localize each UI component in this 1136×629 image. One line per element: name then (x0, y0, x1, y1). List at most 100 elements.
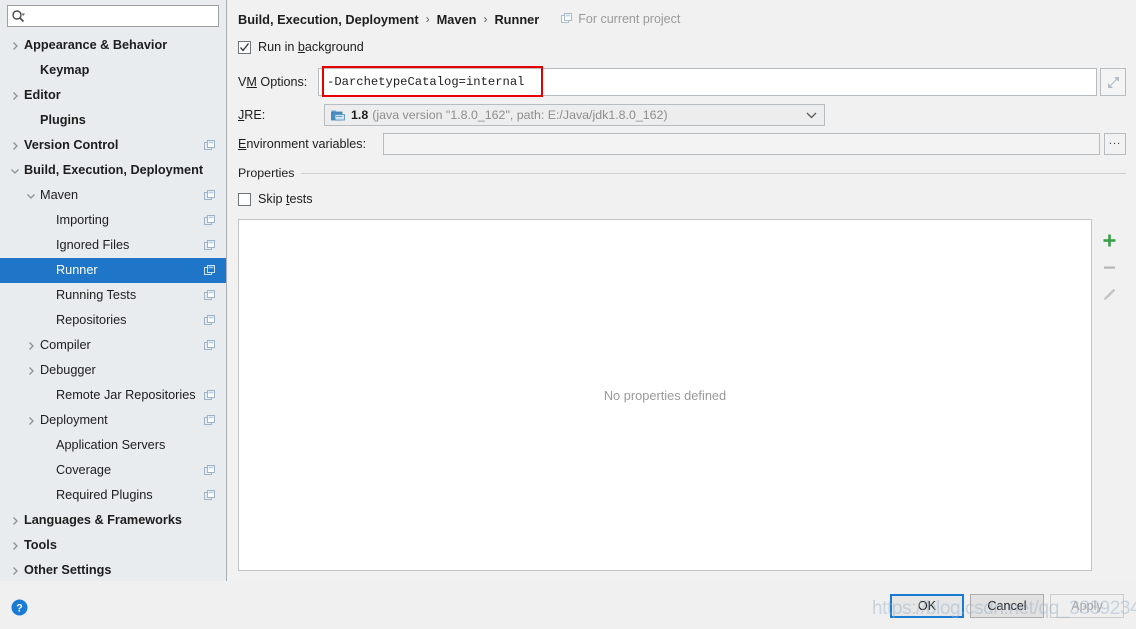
sidebar-item-other-settings[interactable]: Other Settings (0, 558, 226, 581)
run-in-background-label: Run in background (258, 40, 364, 54)
group-divider (301, 172, 1126, 174)
dialog-footer: ? OK Cancel Apply (0, 581, 1136, 629)
plus-icon (1103, 234, 1115, 246)
project-scope-icon (204, 214, 216, 227)
sidebar-item-maven[interactable]: Maven (0, 183, 226, 208)
skip-tests-label: Skip tests (258, 192, 313, 206)
sidebar-item-label: Debugger (40, 363, 96, 378)
breadcrumb-item-2[interactable]: Runner (494, 12, 539, 27)
sidebar-item-tools[interactable]: Tools (0, 533, 226, 558)
properties-empty-message: No properties defined (603, 387, 727, 403)
sidebar-item-deployment[interactable]: Deployment (0, 408, 226, 433)
settings-tree: Appearance & Behavior Keymap Editor Plugins… (0, 31, 226, 581)
breadcrumb-item-0[interactable]: Build, Execution, Deployment (238, 12, 419, 27)
sidebar-item-repositories[interactable]: Repositories (0, 308, 226, 333)
project-scope-icon (204, 339, 216, 352)
search-icon (8, 6, 28, 26)
properties-group-title: Properties (238, 166, 295, 180)
sidebar-item-remote-jar-repositories[interactable]: Remote Jar Repositories (0, 383, 226, 408)
chevron-right-icon[interactable] (22, 412, 40, 430)
project-scope-icon (204, 389, 216, 402)
sidebar-item-runner[interactable]: Runner (0, 258, 226, 283)
sidebar-item-label: Compiler (40, 338, 91, 353)
breadcrumb: Build, Execution, Deployment › Maven › R… (238, 9, 1126, 29)
sidebar-item-keymap[interactable]: Keymap (0, 58, 226, 83)
chevron-right-icon[interactable] (6, 512, 24, 530)
sidebar-item-languages-frameworks[interactable]: Languages & Frameworks (0, 508, 226, 533)
environment-variables-label: Environment variables: (238, 137, 367, 151)
environment-variables-input[interactable] (383, 133, 1100, 155)
vm-options-expand-button[interactable] (1100, 68, 1126, 96)
expand-icon (1107, 76, 1119, 88)
cancel-button[interactable]: Cancel (970, 594, 1044, 618)
apply-button[interactable]: Apply (1050, 594, 1124, 618)
project-scope-icon (204, 414, 216, 427)
chevron-right-icon[interactable] (22, 337, 40, 355)
dialog-buttons: OK Cancel Apply (884, 594, 1124, 618)
sidebar-item-coverage[interactable]: Coverage (0, 458, 226, 483)
checkmark-icon (240, 42, 250, 52)
chevron-down-icon[interactable] (6, 162, 24, 180)
sidebar-item-plugins[interactable]: Plugins (0, 108, 226, 133)
chevron-right-icon[interactable] (6, 137, 24, 155)
sidebar-item-label: Keymap (40, 63, 90, 78)
sidebar-item-ignored-files[interactable]: Ignored Files (0, 233, 226, 258)
sidebar-item-label: Maven (40, 188, 79, 203)
project-scope-icon (204, 289, 216, 302)
skip-tests-row[interactable]: Skip tests (238, 189, 1126, 209)
vm-options-input[interactable]: -DarchetypeCatalog=internal (318, 68, 1097, 96)
project-scope-icon (204, 239, 216, 252)
jre-detail: (java version "1.8.0_162", path: E:/Java… (372, 108, 668, 122)
sidebar-item-label: Application Servers (56, 438, 166, 453)
sidebar-item-running-tests[interactable]: Running Tests (0, 283, 226, 308)
sidebar-item-version-control[interactable]: Version Control (0, 133, 226, 158)
run-in-background-row[interactable]: Run in background (238, 37, 1126, 57)
sidebar-item-editor[interactable]: Editor (0, 83, 226, 108)
settings-dialog: Appearance & Behavior Keymap Editor Plugins… (0, 0, 1136, 629)
chevron-right-icon[interactable] (6, 562, 24, 580)
jre-dropdown[interactable]: 1.8 (java version "1.8.0_162", path: E:/… (324, 104, 825, 126)
sidebar-item-required-plugins[interactable]: Required Plugins (0, 483, 226, 508)
sidebar-item-label: Ignored Files (56, 238, 130, 253)
project-scope-label: For current project (578, 12, 681, 26)
search-box[interactable] (7, 5, 219, 27)
sidebar-item-debugger[interactable]: Debugger (0, 358, 226, 383)
vm-options-label: VM Options: (238, 75, 308, 89)
environment-variables-browse-button[interactable]: ... (1104, 133, 1126, 155)
properties-table[interactable]: No properties defined (238, 219, 1092, 571)
search-input[interactable] (28, 7, 218, 25)
breadcrumb-item-1[interactable]: Maven (437, 12, 477, 27)
chevron-down-icon[interactable] (22, 187, 40, 205)
chevron-right-icon[interactable] (6, 87, 24, 105)
edit-property-button[interactable] (1096, 281, 1122, 307)
help-icon[interactable]: ? (11, 599, 28, 616)
minus-icon (1103, 266, 1115, 269)
add-property-button[interactable] (1096, 227, 1122, 253)
sidebar-item-importing[interactable]: Importing (0, 208, 226, 233)
project-scope-note: For current project (561, 12, 680, 26)
sidebar-item-compiler[interactable]: Compiler (0, 333, 226, 358)
environment-variables-row: Environment variables: ... (238, 133, 1126, 155)
settings-sidebar: Appearance & Behavior Keymap Editor Plugins… (0, 0, 227, 581)
sidebar-item-build-execution-deployment[interactable]: Build, Execution, Deployment (0, 158, 226, 183)
chevron-right-icon[interactable] (6, 37, 24, 55)
project-scope-icon (204, 464, 216, 477)
run-in-background-checkbox[interactable] (238, 40, 251, 54)
jdk-folder-icon (331, 109, 345, 122)
sidebar-item-label: Plugins (40, 113, 86, 128)
chevron-right-icon[interactable] (6, 537, 24, 555)
remove-property-button[interactable] (1096, 254, 1122, 280)
project-scope-icon (204, 139, 216, 152)
skip-tests-checkbox[interactable] (238, 192, 251, 206)
sidebar-item-label: Other Settings (24, 563, 112, 578)
sidebar-item-appearance-behavior[interactable]: Appearance & Behavior (0, 33, 226, 58)
sidebar-item-label: Version Control (24, 138, 119, 153)
sidebar-item-label: Editor (24, 88, 61, 103)
ok-button[interactable]: OK (890, 594, 964, 618)
sidebar-item-application-servers[interactable]: Application Servers (0, 433, 226, 458)
chevron-right-icon[interactable] (22, 362, 40, 380)
svg-text:?: ? (16, 602, 23, 614)
